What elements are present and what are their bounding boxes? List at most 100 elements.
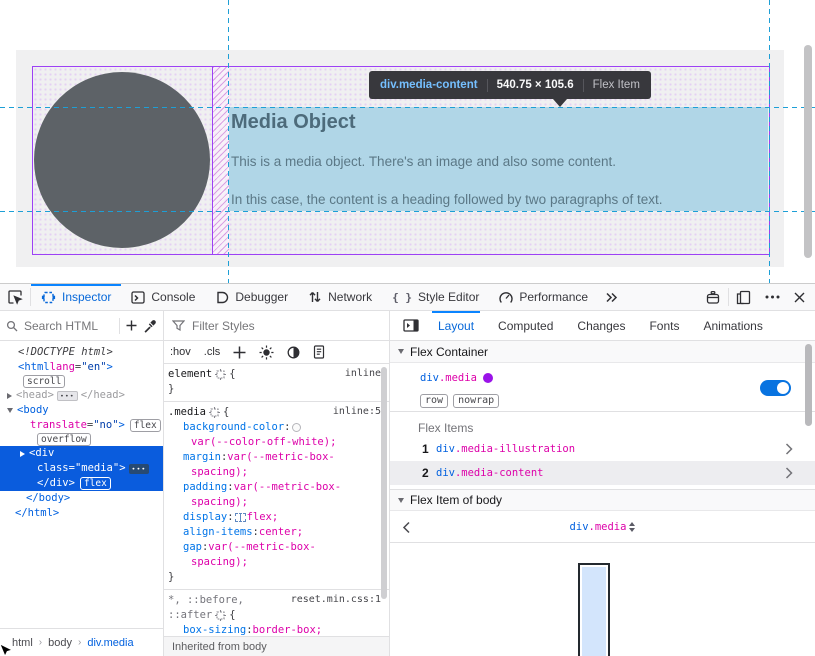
css-declaration[interactable]: padding: var(--metric-box- (168, 480, 389, 495)
flex-item-row[interactable]: 2div.media-content (390, 461, 815, 485)
devtools-secondary-toolbar: Search HTML Filter Styles (0, 311, 815, 341)
css-rule[interactable]: *, ::before,reset.min.css:1::after {box-… (164, 590, 389, 636)
add-rule-icon[interactable] (233, 346, 246, 359)
selector-highlighter-icon[interactable] (209, 407, 220, 418)
markup-line[interactable]: <head>•••</head> (0, 388, 163, 403)
node-infobar-tooltip: div.media-content 540.75 × 105.6 Flex It… (369, 71, 651, 99)
chevron-right-icon[interactable] (785, 467, 793, 479)
layout-scrollbar-thumb[interactable] (805, 344, 812, 426)
css-declaration[interactable]: align-items: center; (168, 525, 389, 540)
color-swatch[interactable] (292, 423, 301, 432)
css-rule[interactable]: .media {inline:5background-color: var(--… (164, 402, 389, 590)
add-node-icon[interactable] (126, 320, 137, 331)
more-tabs-button[interactable] (598, 284, 625, 310)
flex-item-sizing-diagram (578, 563, 610, 656)
pseudo-class-toggle[interactable]: :hov (170, 346, 191, 358)
tab-debugger[interactable]: Debugger (205, 284, 298, 310)
tab-inspector[interactable]: Inspector (31, 284, 121, 310)
light-scheme-icon[interactable] (259, 345, 274, 360)
rule-source-link[interactable]: reset.min.css:1 (291, 594, 381, 605)
chevron-right-icon[interactable] (785, 443, 793, 455)
responsive-design-icon (736, 290, 751, 305)
markup-badge[interactable]: flex (80, 477, 111, 490)
markup-line[interactable]: overflow (0, 433, 163, 446)
markup-line[interactable]: translate="no">flex (0, 418, 163, 433)
tab-computed[interactable]: Computed (486, 311, 565, 340)
eyedropper-icon[interactable] (143, 319, 157, 333)
breadcrumb-item-div-media[interactable]: div.media (87, 637, 133, 649)
css-declaration[interactable]: display: flex; (168, 510, 389, 525)
rule-source-link[interactable]: inline (345, 368, 381, 379)
breadcrumb-item-body[interactable]: body (48, 637, 72, 649)
markup-line[interactable]: </body> (0, 491, 163, 506)
tab-label: Debugger (235, 290, 288, 304)
sidebar-toggle-button[interactable] (396, 319, 426, 332)
flex-container-selector[interactable]: div.media (420, 372, 493, 384)
close-icon (794, 292, 805, 303)
css-declaration[interactable]: spacing); (168, 555, 389, 570)
css-declaration[interactable]: gap: var(--metric-box- (168, 540, 389, 555)
sidebar-tabs: Layout Computed Changes Fonts Animations (390, 311, 815, 340)
markup-badge[interactable]: scroll (23, 375, 65, 388)
layout-panel: Flex Container div.media row nowrap Flex… (390, 341, 815, 656)
tab-performance[interactable]: Performance (489, 284, 598, 310)
css-declaration[interactable]: var(--color-off-white); (168, 435, 389, 450)
breadcrumb-item-html[interactable]: html (12, 637, 33, 649)
flex-display-icon[interactable] (235, 513, 246, 522)
overlay-color-swatch[interactable] (483, 373, 493, 383)
tab-console[interactable]: Console (121, 284, 205, 310)
markup-line[interactable]: </html> (0, 506, 163, 521)
selector-highlighter-icon[interactable] (215, 369, 226, 380)
divider (119, 318, 120, 334)
tab-layout[interactable]: Layout (426, 311, 486, 340)
markup-line[interactable]: <html lang="en"> (0, 360, 163, 375)
infobar-flex-label: Flex Item (593, 79, 640, 91)
css-declaration[interactable]: box-sizing: border-box; (168, 623, 389, 636)
flex-item-row[interactable]: 1div.media-illustration (390, 437, 815, 461)
filter-styles-input[interactable]: Filter Styles (192, 319, 255, 333)
tab-animations[interactable]: Animations (691, 311, 774, 340)
flex-container-section-header[interactable]: Flex Container (390, 341, 815, 363)
markup-line[interactable]: <div (0, 446, 163, 461)
markup-line[interactable]: class="media">••• (0, 461, 163, 476)
devtools-menu-button[interactable] (758, 284, 787, 310)
css-declaration[interactable]: margin: var(--metric-box- (168, 450, 389, 465)
print-media-icon[interactable] (313, 345, 325, 359)
markup-line[interactable]: <body (0, 403, 163, 418)
rule-source-link[interactable]: inline:5 (333, 406, 381, 417)
tab-network[interactable]: Network (298, 284, 382, 310)
responsive-design-mode-button[interactable] (729, 284, 758, 310)
flex-item-selector-dropdown[interactable]: div.media (390, 521, 815, 533)
css-rules-view[interactable]: element {inline}.media {inline:5backgrou… (164, 364, 389, 636)
markup-line[interactable]: <!DOCTYPE html> (0, 345, 163, 360)
styles-scrollbar-thumb[interactable] (381, 367, 387, 599)
flex-item-index: 1 (422, 442, 436, 456)
css-rule[interactable]: element {inline} (164, 364, 389, 402)
collapse-arrow-icon (7, 408, 13, 413)
close-devtools-button[interactable] (787, 284, 815, 310)
flex-highlighter-toggle[interactable] (760, 380, 791, 396)
tab-changes[interactable]: Changes (565, 311, 637, 340)
css-declaration[interactable]: spacing); (168, 495, 389, 510)
flex-item-of-body-header[interactable]: Flex Item of body (390, 489, 815, 511)
tab-style-editor[interactable]: { } Style Editor (382, 284, 489, 310)
dropdown-arrows-icon (629, 522, 635, 532)
markup-badge[interactable]: flex (130, 419, 161, 432)
markup-line[interactable]: </div>flex (0, 476, 163, 491)
selector-highlighter-icon[interactable] (215, 610, 226, 621)
markup-line[interactable]: scroll (0, 375, 163, 388)
markup-badge[interactable]: overflow (37, 433, 91, 446)
class-toggle[interactable]: .cls (204, 346, 221, 358)
node-picker-button[interactable] (0, 284, 30, 310)
page-scrollbar-thumb[interactable] (804, 45, 812, 258)
tab-fonts[interactable]: Fonts (637, 311, 691, 340)
iframe-picker-button[interactable] (698, 284, 728, 310)
meatball-menu-icon (765, 295, 780, 299)
markup-tree[interactable]: <!DOCTYPE html><html lang="en">scroll<he… (0, 341, 163, 628)
tab-label: Style Editor (418, 290, 479, 304)
infobar-caret (553, 99, 567, 107)
search-input[interactable]: Search HTML (24, 319, 113, 333)
css-declaration[interactable]: background-color: (168, 420, 389, 435)
css-declaration[interactable]: spacing); (168, 465, 389, 480)
dark-scheme-icon[interactable] (287, 346, 300, 359)
